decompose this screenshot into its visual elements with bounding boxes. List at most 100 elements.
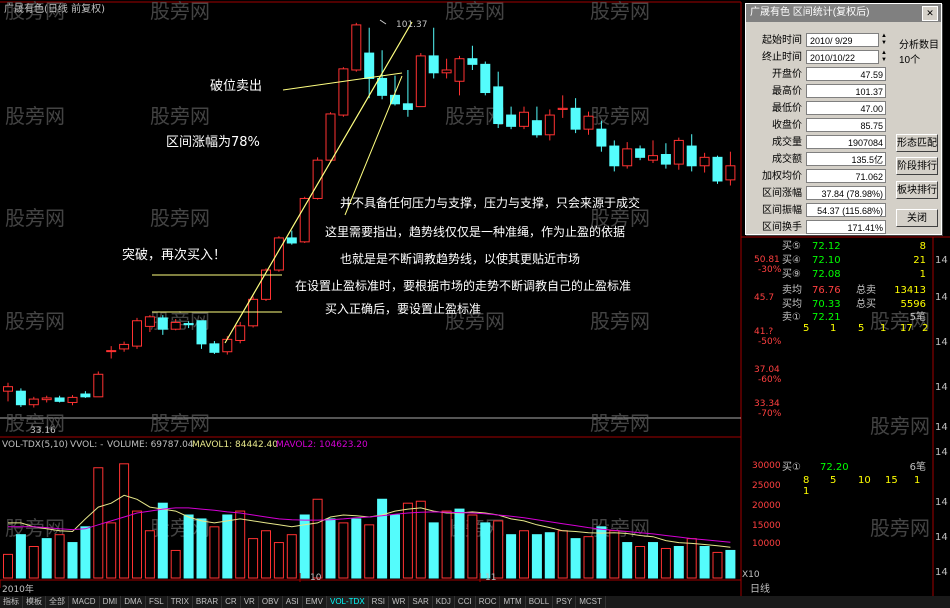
volume-bar: [673, 546, 684, 579]
tab-全部[interactable]: 全部: [46, 596, 69, 608]
volume-bar: [402, 502, 413, 579]
tab-obv[interactable]: OBV: [259, 596, 283, 608]
svg-text:20000: 20000: [752, 501, 781, 511]
tab-brar[interactable]: BRAR: [193, 596, 223, 608]
volume-bar: [583, 536, 594, 579]
volume-bar: [660, 547, 671, 579]
spinner-icon[interactable]: ▲ ▼: [878, 33, 889, 47]
svg-text:11: 11: [485, 573, 496, 583]
watermark-text: 股旁网: [445, 0, 505, 23]
svg-text:-30%: -30%: [758, 265, 782, 275]
svg-text:买①: 买①: [782, 461, 801, 473]
tab-模板[interactable]: 模板: [23, 596, 46, 608]
stat-row: 最低价 47.00: [750, 100, 886, 117]
volume-bar: [377, 498, 388, 579]
svg-text:6笔: 6笔: [910, 460, 926, 473]
time-tick: 14: [935, 337, 948, 348]
close-icon[interactable]: ✕: [922, 6, 938, 21]
tab-psy[interactable]: PSY: [553, 596, 577, 608]
chart-title: 广晟有色(日线 前复权): [4, 2, 105, 15]
candle: [15, 388, 26, 407]
svg-text:72.21: 72.21: [812, 312, 841, 323]
low-marker: 33.16: [30, 426, 56, 436]
stat-value: 171.41%: [806, 220, 886, 234]
tab-roc[interactable]: ROC: [476, 596, 501, 608]
candle: [273, 236, 284, 272]
time-tick: 14: [935, 382, 948, 393]
analysis-count-value: 10个: [899, 55, 921, 66]
tab-fsl[interactable]: FSL: [146, 596, 168, 608]
watermark-text: 股旁网: [5, 309, 65, 333]
svg-text:17: 17: [900, 323, 913, 334]
svg-text:76.76: 76.76: [812, 285, 841, 296]
volume-bar: [557, 530, 568, 579]
watermark-text: 股旁网: [870, 414, 930, 438]
volume-bar: [222, 514, 233, 579]
tab-cci[interactable]: CCI: [455, 596, 476, 608]
tab-vr[interactable]: VR: [241, 596, 259, 608]
spinner-icon[interactable]: ▲ ▼: [878, 50, 889, 64]
tab-macd[interactable]: MACD: [69, 596, 100, 608]
stat-label: 成交额: [772, 154, 802, 165]
candle: [338, 67, 349, 117]
stat-value: 47.59: [806, 67, 886, 81]
volume-bar: [235, 510, 246, 579]
tab-boll[interactable]: BOLL: [526, 596, 554, 608]
tab-rsi[interactable]: RSI: [369, 596, 390, 608]
range-stats-dialog[interactable]: 广晟有色 区间统计(复权后) ✕ 起始时间 2010/ 9/29 ▲ ▼ 终止时间 201…: [745, 3, 942, 235]
date-input[interactable]: 2010/10/22: [806, 50, 882, 64]
svg-text:72.10: 72.10: [812, 255, 841, 266]
tab-dmi[interactable]: DMI: [100, 596, 122, 608]
tab-asi[interactable]: ASI: [283, 596, 303, 608]
volume-bar: [54, 534, 65, 579]
svg-text:卖均: 卖均: [782, 284, 802, 296]
svg-text:10: 10: [858, 475, 871, 486]
tab-trix[interactable]: TRIX: [168, 596, 193, 608]
tab-kdj[interactable]: KDJ: [433, 596, 455, 608]
tab-mtm[interactable]: MTM: [500, 596, 526, 608]
candle: [299, 196, 310, 243]
volume-bar: [338, 522, 349, 579]
svg-text:MAVOL2: 104623.20: MAVOL2: 104623.20: [276, 440, 368, 450]
volume-bar: [273, 542, 284, 579]
svg-text:50.81: 50.81: [754, 255, 780, 265]
close-button[interactable]: 关闭: [896, 209, 938, 227]
annotation-gain: 区间涨幅为78%: [166, 135, 260, 150]
dialog-title: 广晟有色 区间统计(复权后): [750, 7, 870, 18]
stat-value: 37.84 (78.98%): [806, 186, 886, 200]
volume-bar: [28, 546, 39, 579]
tab-指标[interactable]: 指标: [0, 596, 23, 608]
volume-bar: [519, 530, 529, 579]
volume-bar: [609, 530, 620, 579]
volume-bar: [144, 530, 155, 579]
volume-bar: [441, 510, 452, 579]
stat-label: 起始时间: [762, 35, 802, 46]
svg-text:70.33: 70.33: [812, 299, 841, 310]
tab-cr[interactable]: CR: [222, 596, 241, 608]
date-input[interactable]: 2010/ 9/29: [806, 33, 882, 47]
dialog-titlebar[interactable]: 广晟有色 区间统计(复权后) ✕: [746, 4, 941, 22]
svg-text:5: 5: [858, 323, 864, 334]
tab-emv[interactable]: EMV: [303, 596, 327, 608]
tab-sar[interactable]: SAR: [409, 596, 433, 608]
tab-wr[interactable]: WR: [389, 596, 410, 608]
svg-text:45.7: 45.7: [754, 293, 774, 303]
volume-bar: [325, 518, 336, 579]
stat-row: 成交额 135.5亿: [750, 151, 886, 168]
tab-mcst[interactable]: MCST: [576, 596, 606, 608]
candle: [480, 61, 491, 96]
svg-text:-50%: -50%: [758, 337, 782, 347]
stat-row: 区间涨幅 37.84 (78.98%): [750, 185, 886, 202]
tab-vol-tdx[interactable]: VOL-TDX: [327, 596, 369, 608]
svg-text:MAVOL1: 84442.40: MAVOL1: 84442.40: [192, 440, 278, 450]
volume-bar: [531, 534, 542, 579]
annotation-line2: 这里需要指出，趋势线仅仅是一种准绳，作为止盈的依据: [325, 224, 625, 239]
stage-rank-button[interactable]: 阶段排行: [896, 157, 938, 175]
volume-bar: [596, 526, 607, 579]
volume-bar: [209, 526, 220, 579]
pattern-match-button[interactable]: 形态匹配: [896, 134, 938, 152]
sector-rank-button[interactable]: 板块排行: [896, 181, 938, 199]
candle: [93, 371, 104, 398]
svg-text:5596: 5596: [901, 299, 926, 310]
tab-dma[interactable]: DMA: [121, 596, 147, 608]
